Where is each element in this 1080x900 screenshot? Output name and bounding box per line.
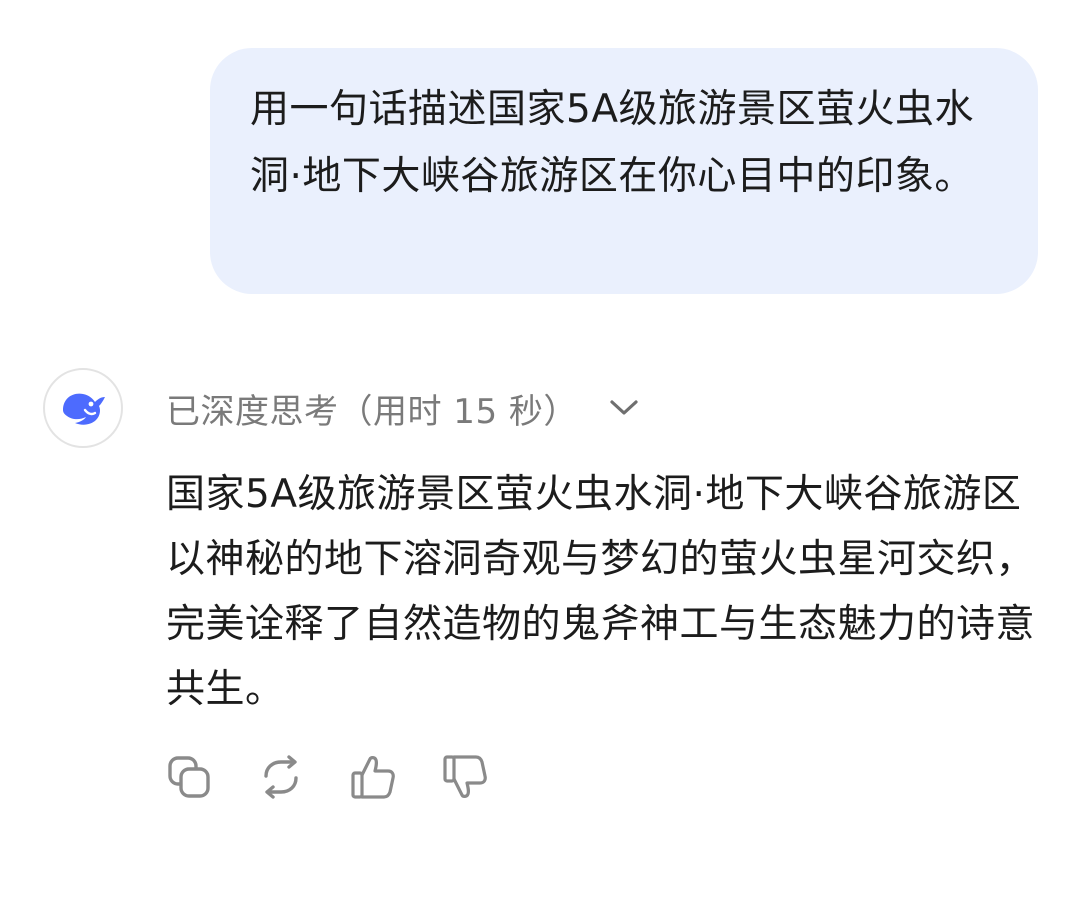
thinking-toggle[interactable]: 已深度思考（用时 15 秒）	[166, 378, 640, 438]
user-message-text: 用一句话描述国家5A级旅游景区萤火虫水洞·地下大峡谷旅游区在你心目中的印象。	[250, 87, 974, 199]
thumbs-up-icon	[351, 756, 395, 799]
thumbs-up-button[interactable]	[350, 752, 396, 802]
regenerate-icon	[264, 755, 298, 799]
assistant-avatar	[43, 368, 123, 448]
copy-button[interactable]	[166, 752, 212, 802]
thumbs-down-icon	[443, 755, 487, 798]
copy-icon	[168, 756, 210, 798]
deepseek-whale-logo-icon	[63, 393, 105, 425]
thinking-label: 已深度思考（用时 15 秒）	[166, 391, 578, 432]
chevron-down-icon	[608, 398, 640, 418]
assistant-answer-text: 国家5A级旅游景区萤火虫水洞·地下大峡谷旅游区以神秘的地下溶洞奇观与梦幻的萤火虫…	[166, 472, 1036, 712]
user-message-bubble: 用一句话描述国家5A级旅游景区萤火虫水洞·地下大峡谷旅游区在你心目中的印象。	[210, 48, 1038, 294]
thumbs-down-button[interactable]	[442, 752, 488, 802]
regenerate-button[interactable]	[258, 752, 304, 802]
message-actions	[166, 752, 488, 802]
